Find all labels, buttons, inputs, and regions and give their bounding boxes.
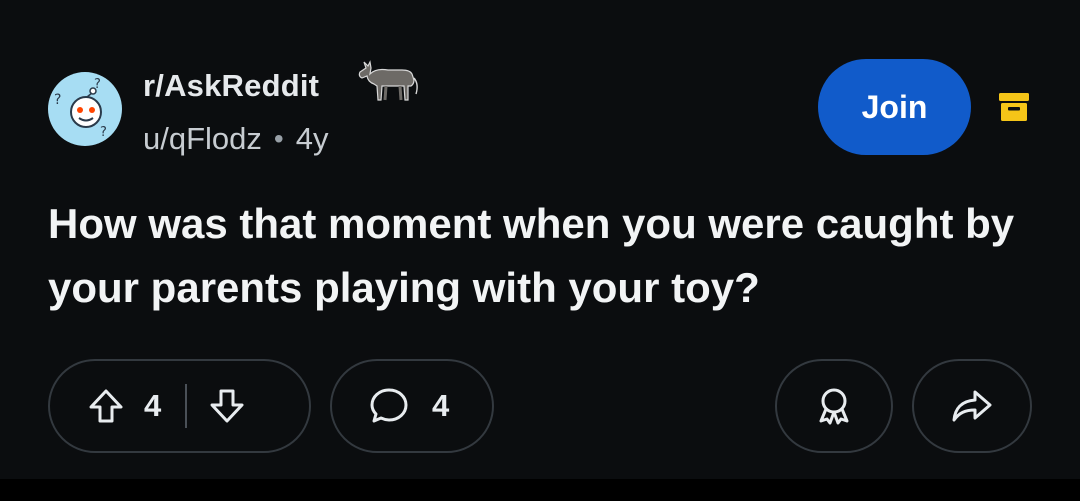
svg-text:?: ? bbox=[100, 125, 107, 140]
award-button[interactable] bbox=[775, 359, 893, 453]
post-meta: u/qFlodz • 4y bbox=[143, 121, 328, 157]
share-icon bbox=[950, 385, 994, 427]
downvote-icon[interactable] bbox=[207, 386, 247, 426]
subreddit-avatar-icon[interactable]: ? ? ? bbox=[48, 72, 122, 146]
vote-divider bbox=[185, 384, 188, 428]
post-age: 4y bbox=[295, 121, 329, 156]
svg-text:?: ? bbox=[54, 92, 61, 108]
join-button[interactable]: Join bbox=[818, 59, 971, 155]
share-button[interactable] bbox=[912, 359, 1032, 453]
upvote-icon[interactable] bbox=[86, 386, 126, 426]
archive-icon[interactable] bbox=[997, 90, 1031, 124]
post-title[interactable]: How was that moment when you were caught… bbox=[48, 192, 1048, 320]
post-card[interactable]: ? ? ? r/AskReddit u/qFlodz • 4y Join How… bbox=[0, 0, 1080, 479]
award-icon bbox=[813, 385, 855, 427]
comment-button[interactable]: 4 bbox=[330, 359, 494, 453]
upvote-count: 4 bbox=[144, 388, 162, 423]
comment-icon bbox=[368, 385, 410, 427]
vote-bar: 4 bbox=[48, 359, 311, 453]
donkey-flair-icon bbox=[356, 58, 422, 104]
meta-separator: • bbox=[273, 123, 284, 154]
bottom-edge bbox=[0, 479, 1080, 501]
author-name[interactable]: u/qFlodz bbox=[143, 121, 262, 157]
subreddit-name[interactable]: r/AskReddit bbox=[143, 68, 319, 104]
comment-count: 4 bbox=[432, 388, 450, 423]
